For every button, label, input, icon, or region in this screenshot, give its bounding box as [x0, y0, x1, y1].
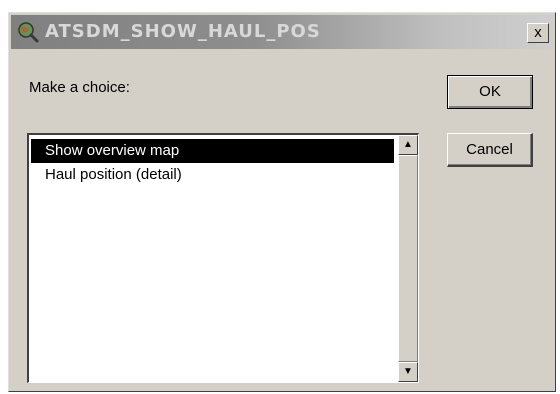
- list-item-haul-position[interactable]: Haul position (detail): [31, 163, 394, 187]
- close-icon: x: [534, 24, 542, 41]
- cancel-button[interactable]: Cancel: [447, 133, 533, 167]
- choice-listbox[interactable]: Show overview map Haul position (detail)…: [27, 133, 419, 383]
- arrow-down-icon: ▼: [403, 366, 413, 377]
- scroll-down-button[interactable]: ▼: [398, 362, 418, 382]
- close-button[interactable]: x: [527, 23, 549, 43]
- list-item-show-overview-map[interactable]: Show overview map: [31, 139, 394, 163]
- scrollbar-thumb[interactable]: [398, 155, 418, 362]
- vertical-scrollbar[interactable]: ▲ ▼: [398, 135, 418, 382]
- globe-magnifier-icon: [17, 21, 39, 43]
- title-bar[interactable]: ATSDM_SHOW_HAUL_POS x: [11, 15, 553, 49]
- arrow-up-icon: ▲: [403, 139, 413, 150]
- dialog-window: ATSDM_SHOW_HAUL_POS x Make a choice: OK …: [8, 12, 556, 392]
- window-title: ATSDM_SHOW_HAUL_POS: [45, 21, 321, 42]
- prompt-label: Make a choice:: [29, 79, 130, 96]
- scroll-up-button[interactable]: ▲: [398, 135, 418, 155]
- ok-button[interactable]: OK: [447, 75, 533, 109]
- list-items: Show overview map Haul position (detail): [31, 139, 394, 187]
